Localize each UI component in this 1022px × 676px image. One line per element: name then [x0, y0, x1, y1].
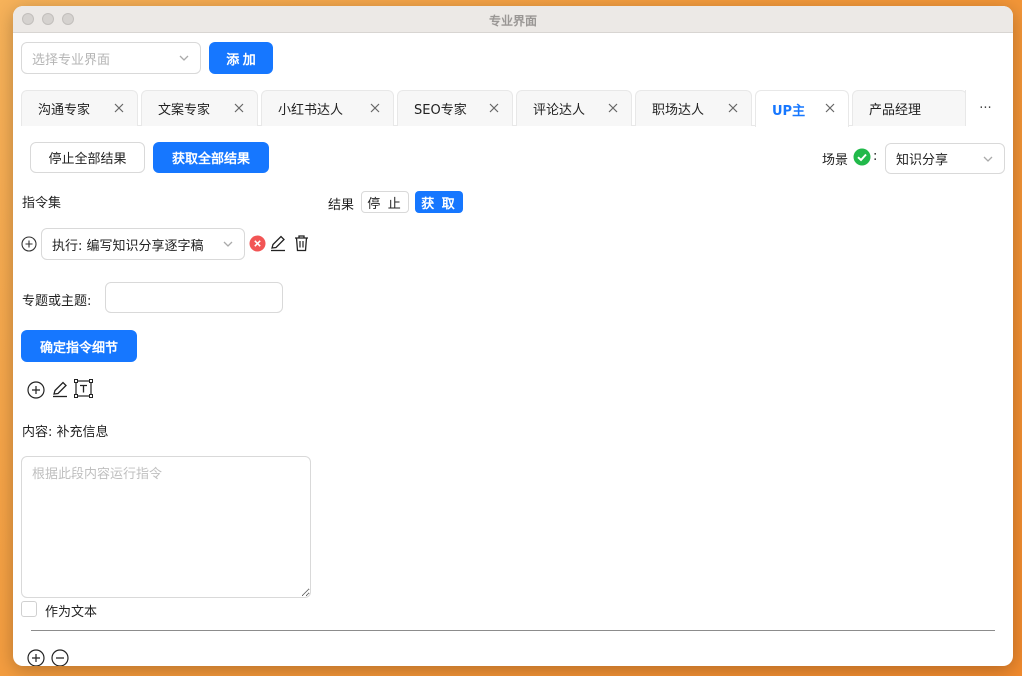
close-icon[interactable]	[369, 102, 381, 114]
result-get-button[interactable]: 获 取	[415, 191, 463, 213]
tab-label: 沟通专家	[38, 103, 91, 118]
stop-all-button[interactable]: 停止全部结果	[30, 142, 145, 173]
chevron-down-icon	[223, 241, 233, 247]
profession-select-placeholder: 选择专业界面	[32, 52, 111, 68]
tab-0[interactable]: 沟通专家	[21, 90, 138, 126]
close-icon[interactable]	[727, 102, 739, 114]
close-icon[interactable]	[233, 102, 245, 114]
scene-select[interactable]: 知识分享	[885, 143, 1005, 174]
get-all-button[interactable]: 获取全部结果	[153, 142, 269, 173]
scene-select-value: 知识分享	[896, 153, 949, 168]
command-select[interactable]: 执行: 编写知识分享逐字稿	[41, 228, 245, 260]
as-text-checkbox[interactable]	[21, 601, 37, 617]
add-command-icon[interactable]	[21, 236, 37, 252]
add-button[interactable]: 添 加	[209, 42, 273, 74]
tab-2[interactable]: 小红书达人	[261, 90, 394, 126]
chevron-down-icon	[983, 156, 993, 162]
tab-bar: 沟通专家 文案专家 小红书达人 SEO专家 评论达人 职场达人 UP主 产品经理…	[21, 90, 1005, 127]
app-window: 专业界面 选择专业界面 添 加 沟通专家 文案专家 小红书达人 SEO专家 评论…	[13, 6, 1013, 666]
topic-input[interactable]	[105, 282, 283, 313]
results-label: 结果	[328, 198, 355, 213]
tab-3[interactable]: SEO专家	[397, 90, 513, 126]
confirm-command-button[interactable]: 确定指令细节	[21, 330, 137, 362]
text-box-icon[interactable]	[74, 379, 93, 398]
tab-label: 职场达人	[652, 103, 705, 118]
add-circle-icon[interactable]	[27, 649, 45, 666]
close-icon[interactable]	[113, 102, 125, 114]
profession-select[interactable]: 选择专业界面	[21, 42, 201, 74]
tab-5[interactable]: 职场达人	[635, 90, 752, 126]
remove-circle-icon[interactable]	[249, 235, 266, 252]
content-label: 内容: 补充信息	[22, 425, 109, 440]
tab-label: 评论达人	[533, 103, 586, 118]
tab-label: UP主	[772, 103, 806, 119]
content-textarea[interactable]	[21, 456, 311, 598]
minus-circle-icon[interactable]	[51, 649, 69, 666]
close-icon[interactable]	[824, 102, 836, 114]
tab-6[interactable]: UP主	[755, 90, 849, 127]
section-divider	[31, 630, 995, 631]
close-icon[interactable]	[488, 102, 500, 114]
chevron-down-icon	[179, 55, 189, 61]
tab-1[interactable]: 文案专家	[141, 90, 258, 126]
edit-icon[interactable]	[269, 234, 287, 252]
tab-label: 小红书达人	[278, 103, 344, 118]
tab-label: SEO专家	[414, 103, 467, 118]
scene-label: 场景	[822, 153, 849, 168]
window-title: 专业界面	[488, 14, 537, 28]
close-icon[interactable]	[607, 102, 619, 114]
tab-label: 文案专家	[158, 103, 211, 118]
result-stop-button[interactable]: 停 止	[361, 191, 409, 213]
topic-label: 专题或主题:	[22, 294, 92, 309]
command-select-value: 执行: 编写知识分享逐字稿	[52, 238, 204, 254]
tabs-more-button[interactable]: ···	[965, 90, 1005, 126]
as-text-label: 作为文本	[45, 605, 98, 620]
add-circle-icon[interactable]	[27, 381, 45, 399]
commands-title: 指令集	[22, 196, 62, 211]
check-circle-icon	[853, 148, 871, 166]
trash-icon[interactable]	[293, 234, 310, 252]
title-bar: 专业界面	[13, 6, 1013, 33]
tab-7[interactable]: 产品经理	[852, 90, 967, 126]
tab-label: 产品经理	[869, 103, 922, 118]
scene-colon: :	[873, 149, 878, 164]
tab-4[interactable]: 评论达人	[516, 90, 632, 126]
edit-icon[interactable]	[51, 380, 69, 398]
